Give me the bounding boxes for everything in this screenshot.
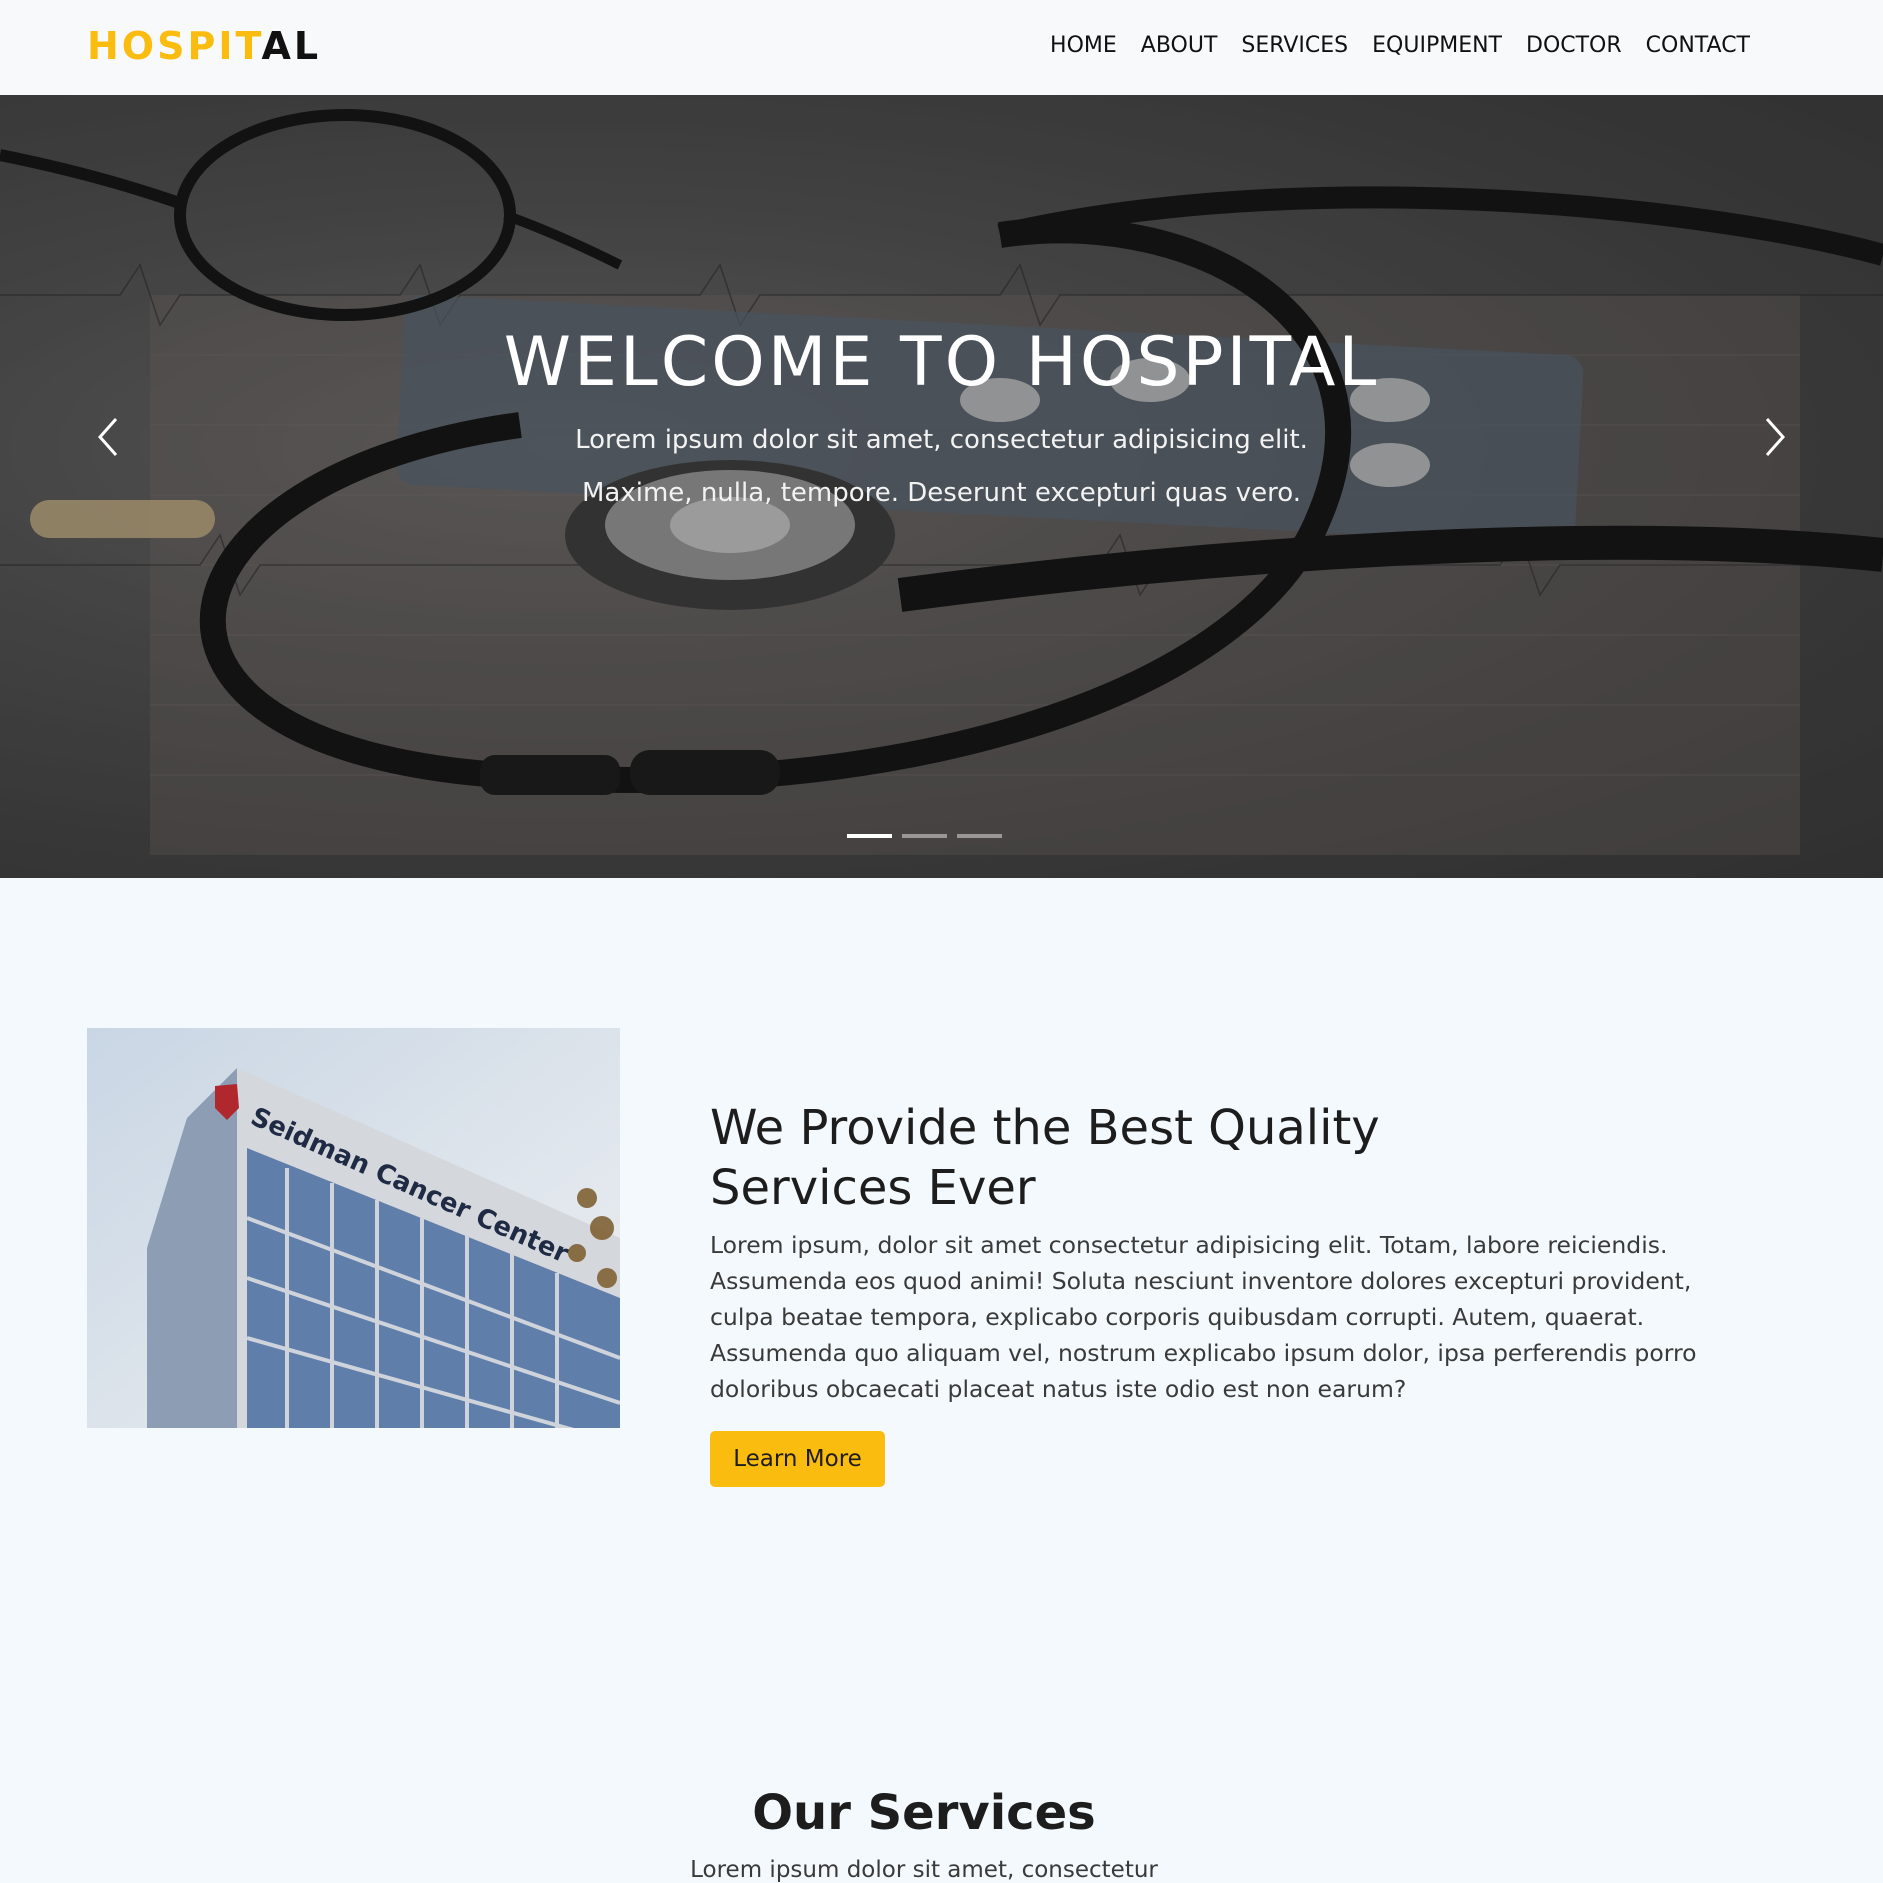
carousel-prev-button[interactable] [90,413,130,461]
about-title-line2: Services Ever [710,1160,1036,1216]
services-subtitle: Lorem ipsum dolor sit amet, consectetur [690,1857,1158,1883]
brand-logo[interactable]: HOSPITAL [87,24,321,68]
nav-link-contact[interactable]: CONTACT [1646,33,1750,58]
hero-subtitle-line1: Lorem ipsum dolor sit amet, consectetur … [575,425,1308,455]
learn-more-button[interactable]: Learn More [710,1431,885,1487]
navbar: HOSPITAL HOME ABOUT SERVICES EQUIPMENT D… [0,0,1883,95]
about-image: Seidman Cancer Center [87,1028,620,1428]
hero-subtitle-line2: Maxime, nulla, tempore. Deserunt exceptu… [582,478,1301,508]
brand-logo-part1: HOSPIT [87,24,262,68]
chevron-right-icon [1765,418,1786,456]
about-title: We Provide the Best Quality Services Eve… [710,1098,1510,1218]
nav-link-doctor[interactable]: DOCTOR [1526,33,1622,58]
carousel-indicator-2[interactable] [902,834,947,838]
nav-link-services[interactable]: SERVICES [1241,33,1348,58]
chevron-left-icon [97,418,118,456]
carousel-indicator-1[interactable] [847,834,892,838]
nav-link-home[interactable]: HOME [1050,33,1117,58]
hero-carousel: WELCOME TO HOSPITAL Lorem ipsum dolor si… [0,95,1883,878]
hero-title: WELCOME TO HOSPITAL [503,323,1380,402]
carousel-indicators [847,834,1002,838]
nav-links: HOME ABOUT SERVICES EQUIPMENT DOCTOR CON… [1050,33,1750,58]
carousel-next-button[interactable] [1753,413,1793,461]
nav-link-about[interactable]: ABOUT [1141,33,1218,58]
about-text: Lorem ipsum, dolor sit amet consectetur … [710,1231,1697,1403]
brand-logo-part2: AL [261,24,322,68]
nav-link-equipment[interactable]: EQUIPMENT [1372,33,1502,58]
about-title-line1: We Provide the Best Quality [710,1100,1380,1156]
carousel-indicator-3[interactable] [957,834,1002,838]
services-title: Our Services [752,1785,1096,1841]
